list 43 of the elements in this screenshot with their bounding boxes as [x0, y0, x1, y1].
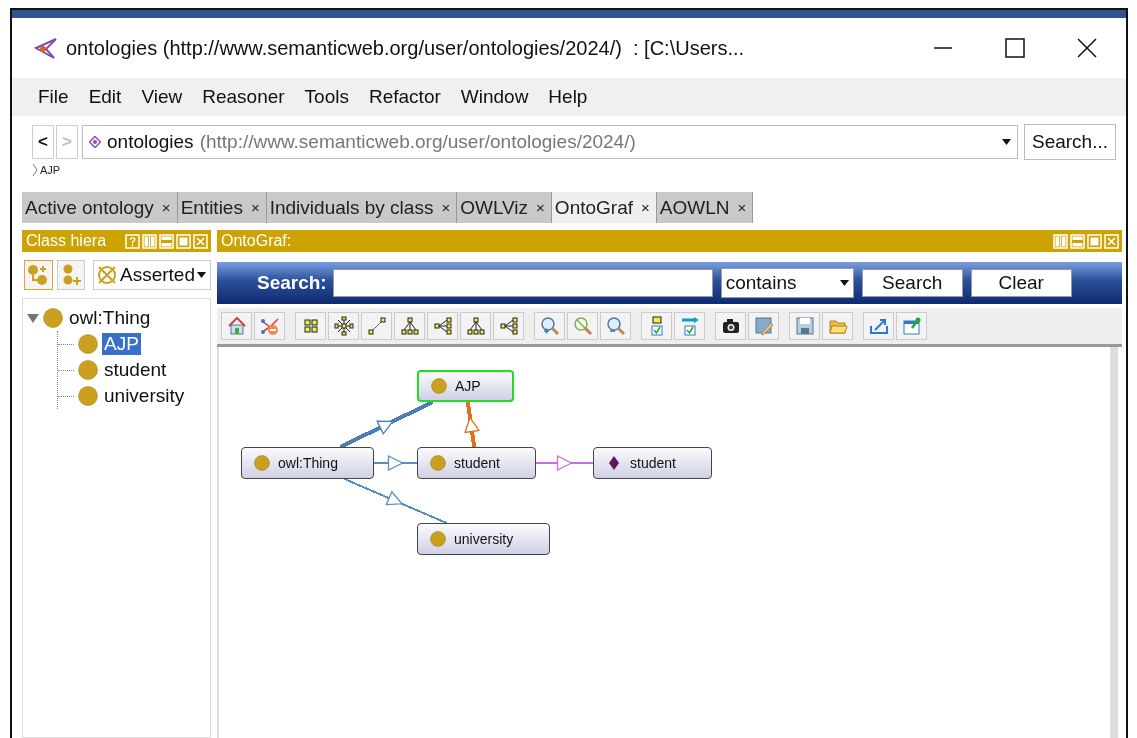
tab-close-icon[interactable]: × [161, 199, 171, 216]
panel-title: Class hiera [26, 232, 107, 250]
tab-close-icon[interactable]: × [536, 199, 545, 216]
menu-item[interactable]: Window [450, 86, 539, 108]
graph-node[interactable]: student [417, 447, 536, 479]
graph-node[interactable]: university [417, 523, 550, 555]
match-dropdown[interactable]: contains [720, 268, 854, 298]
menu-item[interactable]: File [28, 86, 79, 108]
tree-item[interactable]: owl:Thing [67, 307, 153, 329]
hierarchy-dropdown[interactable]: Asserted [93, 260, 211, 290]
search-button[interactable]: Search... [1023, 124, 1116, 160]
menu-item[interactable]: Edit [78, 86, 132, 108]
graph-node[interactable]: AJP [417, 370, 514, 402]
tab[interactable]: AOWLN × [656, 192, 754, 223]
ontology-name: ontologies [107, 131, 194, 153]
graph-node[interactable]: owl:Thing [241, 447, 374, 479]
tab-close-icon[interactable]: × [250, 199, 260, 216]
tab-close-icon[interactable]: × [441, 199, 451, 216]
ontology-iri: (http://www.semanticweb.org/user/ontologies/2024/) [199, 131, 636, 153]
back-button[interactable]: < [32, 125, 54, 159]
tree-item[interactable]: student [102, 359, 169, 381]
menu-item[interactable]: Reasoner [192, 86, 295, 108]
tab-close-icon[interactable]: × [641, 199, 650, 216]
search-label: Search: [257, 272, 327, 294]
menu-item[interactable]: Refactor [358, 86, 451, 108]
tree-item[interactable]: AJP [102, 333, 141, 355]
tree-item[interactable]: university [102, 385, 187, 407]
menu-item[interactable]: View [131, 86, 193, 108]
breadcrumb[interactable]: AJP [40, 164, 61, 176]
tab[interactable]: Active ontology × [22, 192, 178, 223]
graph-node[interactable]: student [593, 447, 712, 479]
tab[interactable]: OntoGraf × [551, 192, 657, 223]
ontology-field[interactable]: ontologies (http://www.semanticweb.org/user/ontologies/2024/) [82, 125, 1018, 159]
tab[interactable]: Individuals by class × [266, 192, 458, 223]
tab[interactable]: OWLViz × [457, 192, 552, 223]
clear-button[interactable]: Clear [970, 269, 1072, 297]
search-button[interactable]: Search [861, 269, 963, 297]
window-title: ontologies (http://www.semanticweb.org/user/ontologies/2024/) : [C:\Users... [66, 36, 745, 60]
menu-item[interactable]: Tools [294, 86, 359, 108]
panel-title: OntoGraf: [221, 232, 292, 250]
menu-item[interactable]: Help [538, 86, 598, 108]
tab-close-icon[interactable]: × [737, 199, 747, 216]
tab[interactable]: Entities × [177, 192, 267, 223]
